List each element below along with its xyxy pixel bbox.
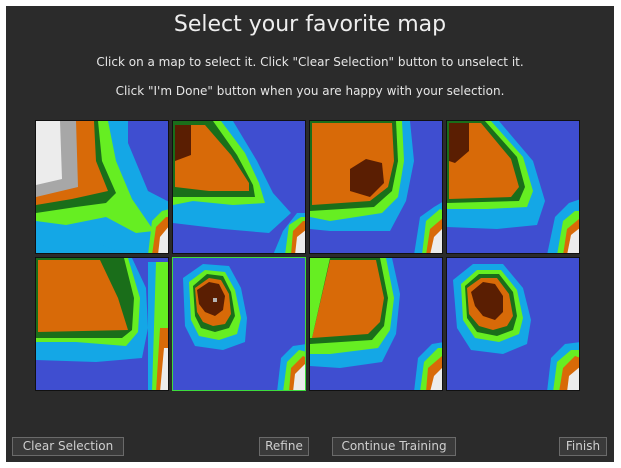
map-tile-3[interactable] <box>309 120 443 254</box>
refine-button[interactable]: Refine <box>259 437 309 456</box>
map-tile-8[interactable] <box>446 257 580 391</box>
continue-training-button[interactable]: Continue Training <box>332 437 456 456</box>
game-panel: Select your favorite map Click on a map … <box>6 6 614 462</box>
instruction-line-2: Click "I'm Done" button when you are hap… <box>115 84 505 98</box>
map-tile-6-selected[interactable] <box>172 257 306 391</box>
clear-selection-button[interactable]: Clear Selection <box>12 437 124 456</box>
instruction-line-1: Click on a map to select it. Click "Clea… <box>96 55 524 69</box>
map-tile-7[interactable] <box>309 257 443 391</box>
map-tile-1[interactable] <box>35 120 169 254</box>
map-tile-5[interactable] <box>35 257 169 391</box>
page-title: Select your favorite map <box>173 12 447 37</box>
map-tile-4[interactable] <box>446 120 580 254</box>
map-tile-2[interactable] <box>172 120 306 254</box>
finish-button[interactable]: Finish <box>559 437 607 456</box>
